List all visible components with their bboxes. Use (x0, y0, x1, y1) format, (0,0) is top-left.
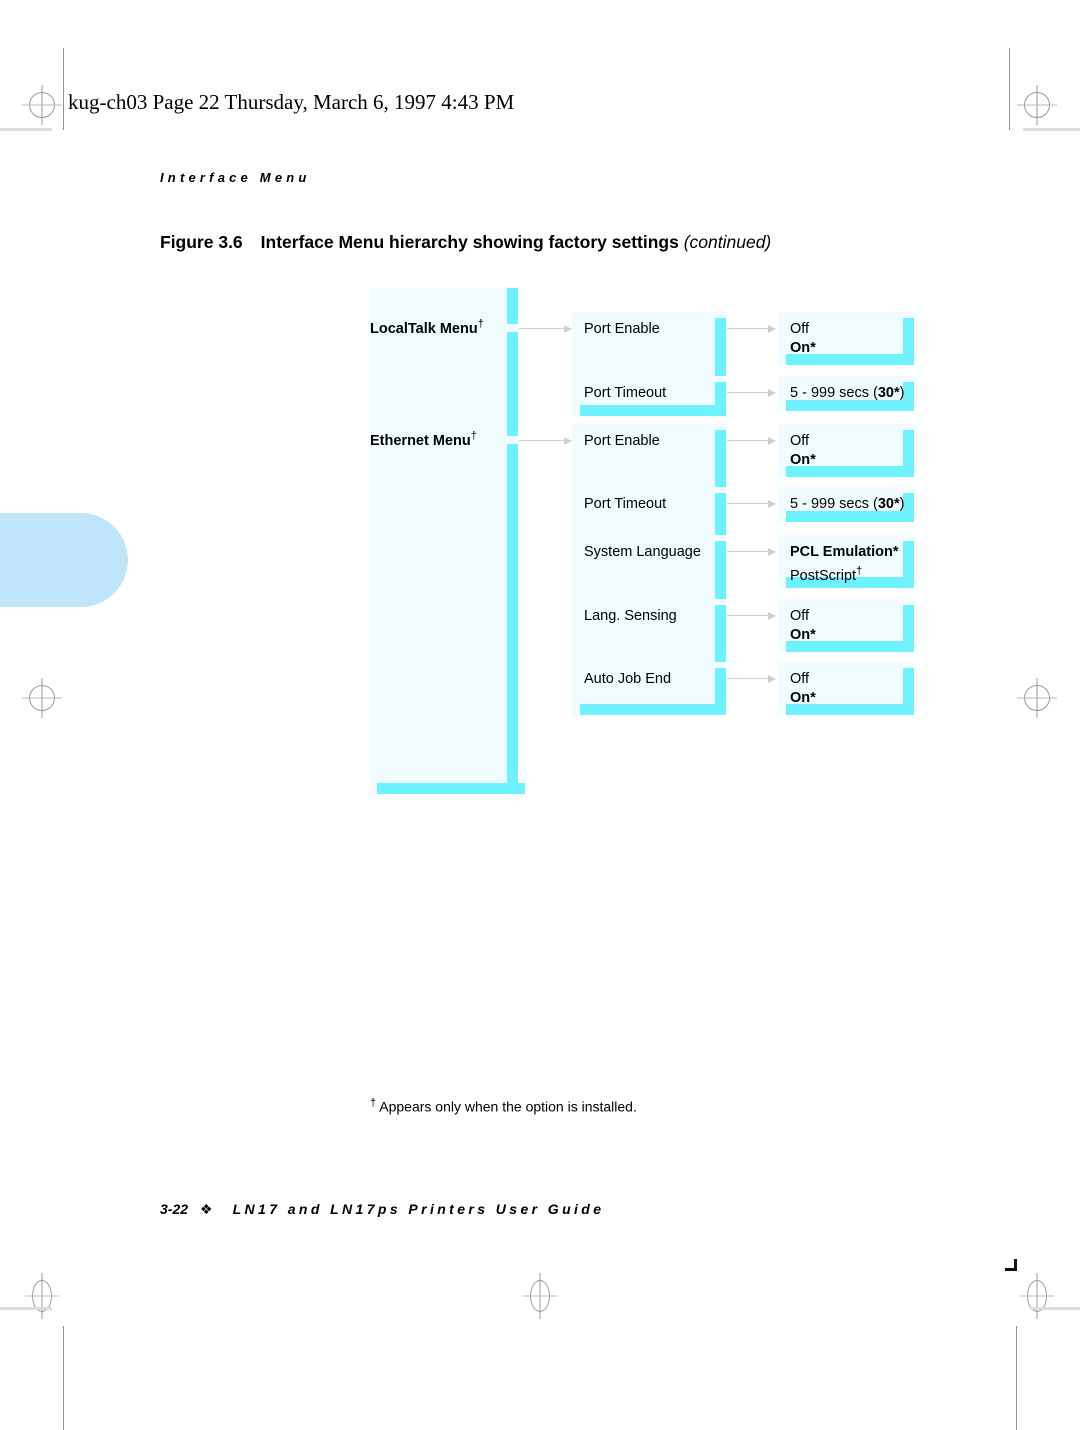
item-label: System Language (584, 544, 701, 560)
dagger-icon: † (370, 1097, 377, 1109)
item-label: Port Enable (584, 433, 660, 449)
value-node-system-language: PCL Emulation* PostScript† (778, 535, 914, 588)
value-node-port-timeout-ethernet: 5 - 999 secs (30*) (778, 487, 914, 522)
item-label: Port Timeout (584, 496, 667, 512)
node-right-edge (715, 605, 726, 663)
figure-footnote: † Appears only when the option is instal… (370, 1097, 637, 1115)
document-page: kug-ch03 Page 22 Thursday, March 6, 1997… (0, 0, 1080, 1430)
connector-item-to-value-1 (727, 324, 776, 333)
connector-notch-localtalk (507, 324, 518, 332)
connector-ethernet-to-items (519, 436, 572, 445)
item-label: Port Enable (584, 321, 660, 337)
menu-label-ethernet: Ethernet Menu† (370, 430, 477, 449)
value-node-port-enable-ethernet: Off On* (778, 424, 914, 477)
connector-item-to-value-6 (727, 611, 776, 620)
item-label: Port Timeout (584, 385, 667, 401)
connector-item-to-value-7 (727, 674, 776, 683)
value-label: Off On* (790, 433, 816, 468)
value-node-auto-job-end: Off On* (778, 662, 914, 715)
dagger-icon: † (470, 430, 477, 442)
menu-label-ethernet-text: Ethernet Menu (370, 432, 471, 449)
connector-item-to-value-2 (727, 388, 776, 397)
value-node-lang-sensing: Off On* (778, 599, 914, 652)
connector-localtalk-to-items (519, 324, 572, 333)
page-footer: 3-22 ❖ LN17 and LN17ps Printers User Guide (160, 1201, 604, 1218)
panel-right-edge (507, 288, 518, 794)
value-label: 5 - 999 secs (30*) (790, 496, 904, 512)
node-right-edge (715, 541, 726, 599)
panel-bottom-edge (377, 783, 525, 794)
menu-group-panel (370, 288, 525, 794)
footer-book-title: LN17 and LN17ps Printers User Guide (232, 1201, 605, 1217)
connector-notch-ethernet (507, 436, 518, 444)
value-label: PCL Emulation* PostScript† (790, 544, 899, 584)
connector-item-to-value-3 (727, 436, 776, 445)
figure-footnote-text: Appears only when the option is installe… (379, 1098, 637, 1115)
node-bottom-edge (580, 704, 726, 715)
node-bottom-edge (580, 405, 726, 416)
menu-hierarchy-diagram: LocalTalk Menu† Ethernet Menu† Port Enab… (0, 0, 1080, 1397)
value-node-port-enable-localtalk: Off On* (778, 312, 914, 365)
connector-item-to-value-4 (727, 499, 776, 508)
item-label: Lang. Sensing (584, 608, 677, 624)
connector-item-to-value-5 (727, 547, 776, 556)
value-label: 5 - 999 secs (30*) (790, 385, 904, 401)
item-node-auto-job-end: Auto Job End (572, 662, 726, 715)
diamond-icon: ❖ (200, 1201, 213, 1217)
footer-page-number: 3-22 (160, 1201, 189, 1217)
dagger-icon: † (477, 318, 484, 330)
item-node-system-language: System Language (572, 535, 726, 599)
value-label: Off On* (790, 321, 816, 356)
item-node-port-timeout-localtalk: Port Timeout (572, 376, 726, 416)
menu-label-localtalk: LocalTalk Menu† (370, 318, 484, 337)
item-node-lang-sensing: Lang. Sensing (572, 599, 726, 663)
value-label: Off On* (790, 671, 816, 706)
value-label: Off On* (790, 608, 816, 643)
value-node-port-timeout-localtalk: 5 - 999 secs (30*) (778, 376, 914, 411)
menu-label-localtalk-text: LocalTalk Menu (370, 320, 478, 337)
item-label: Auto Job End (584, 671, 672, 687)
